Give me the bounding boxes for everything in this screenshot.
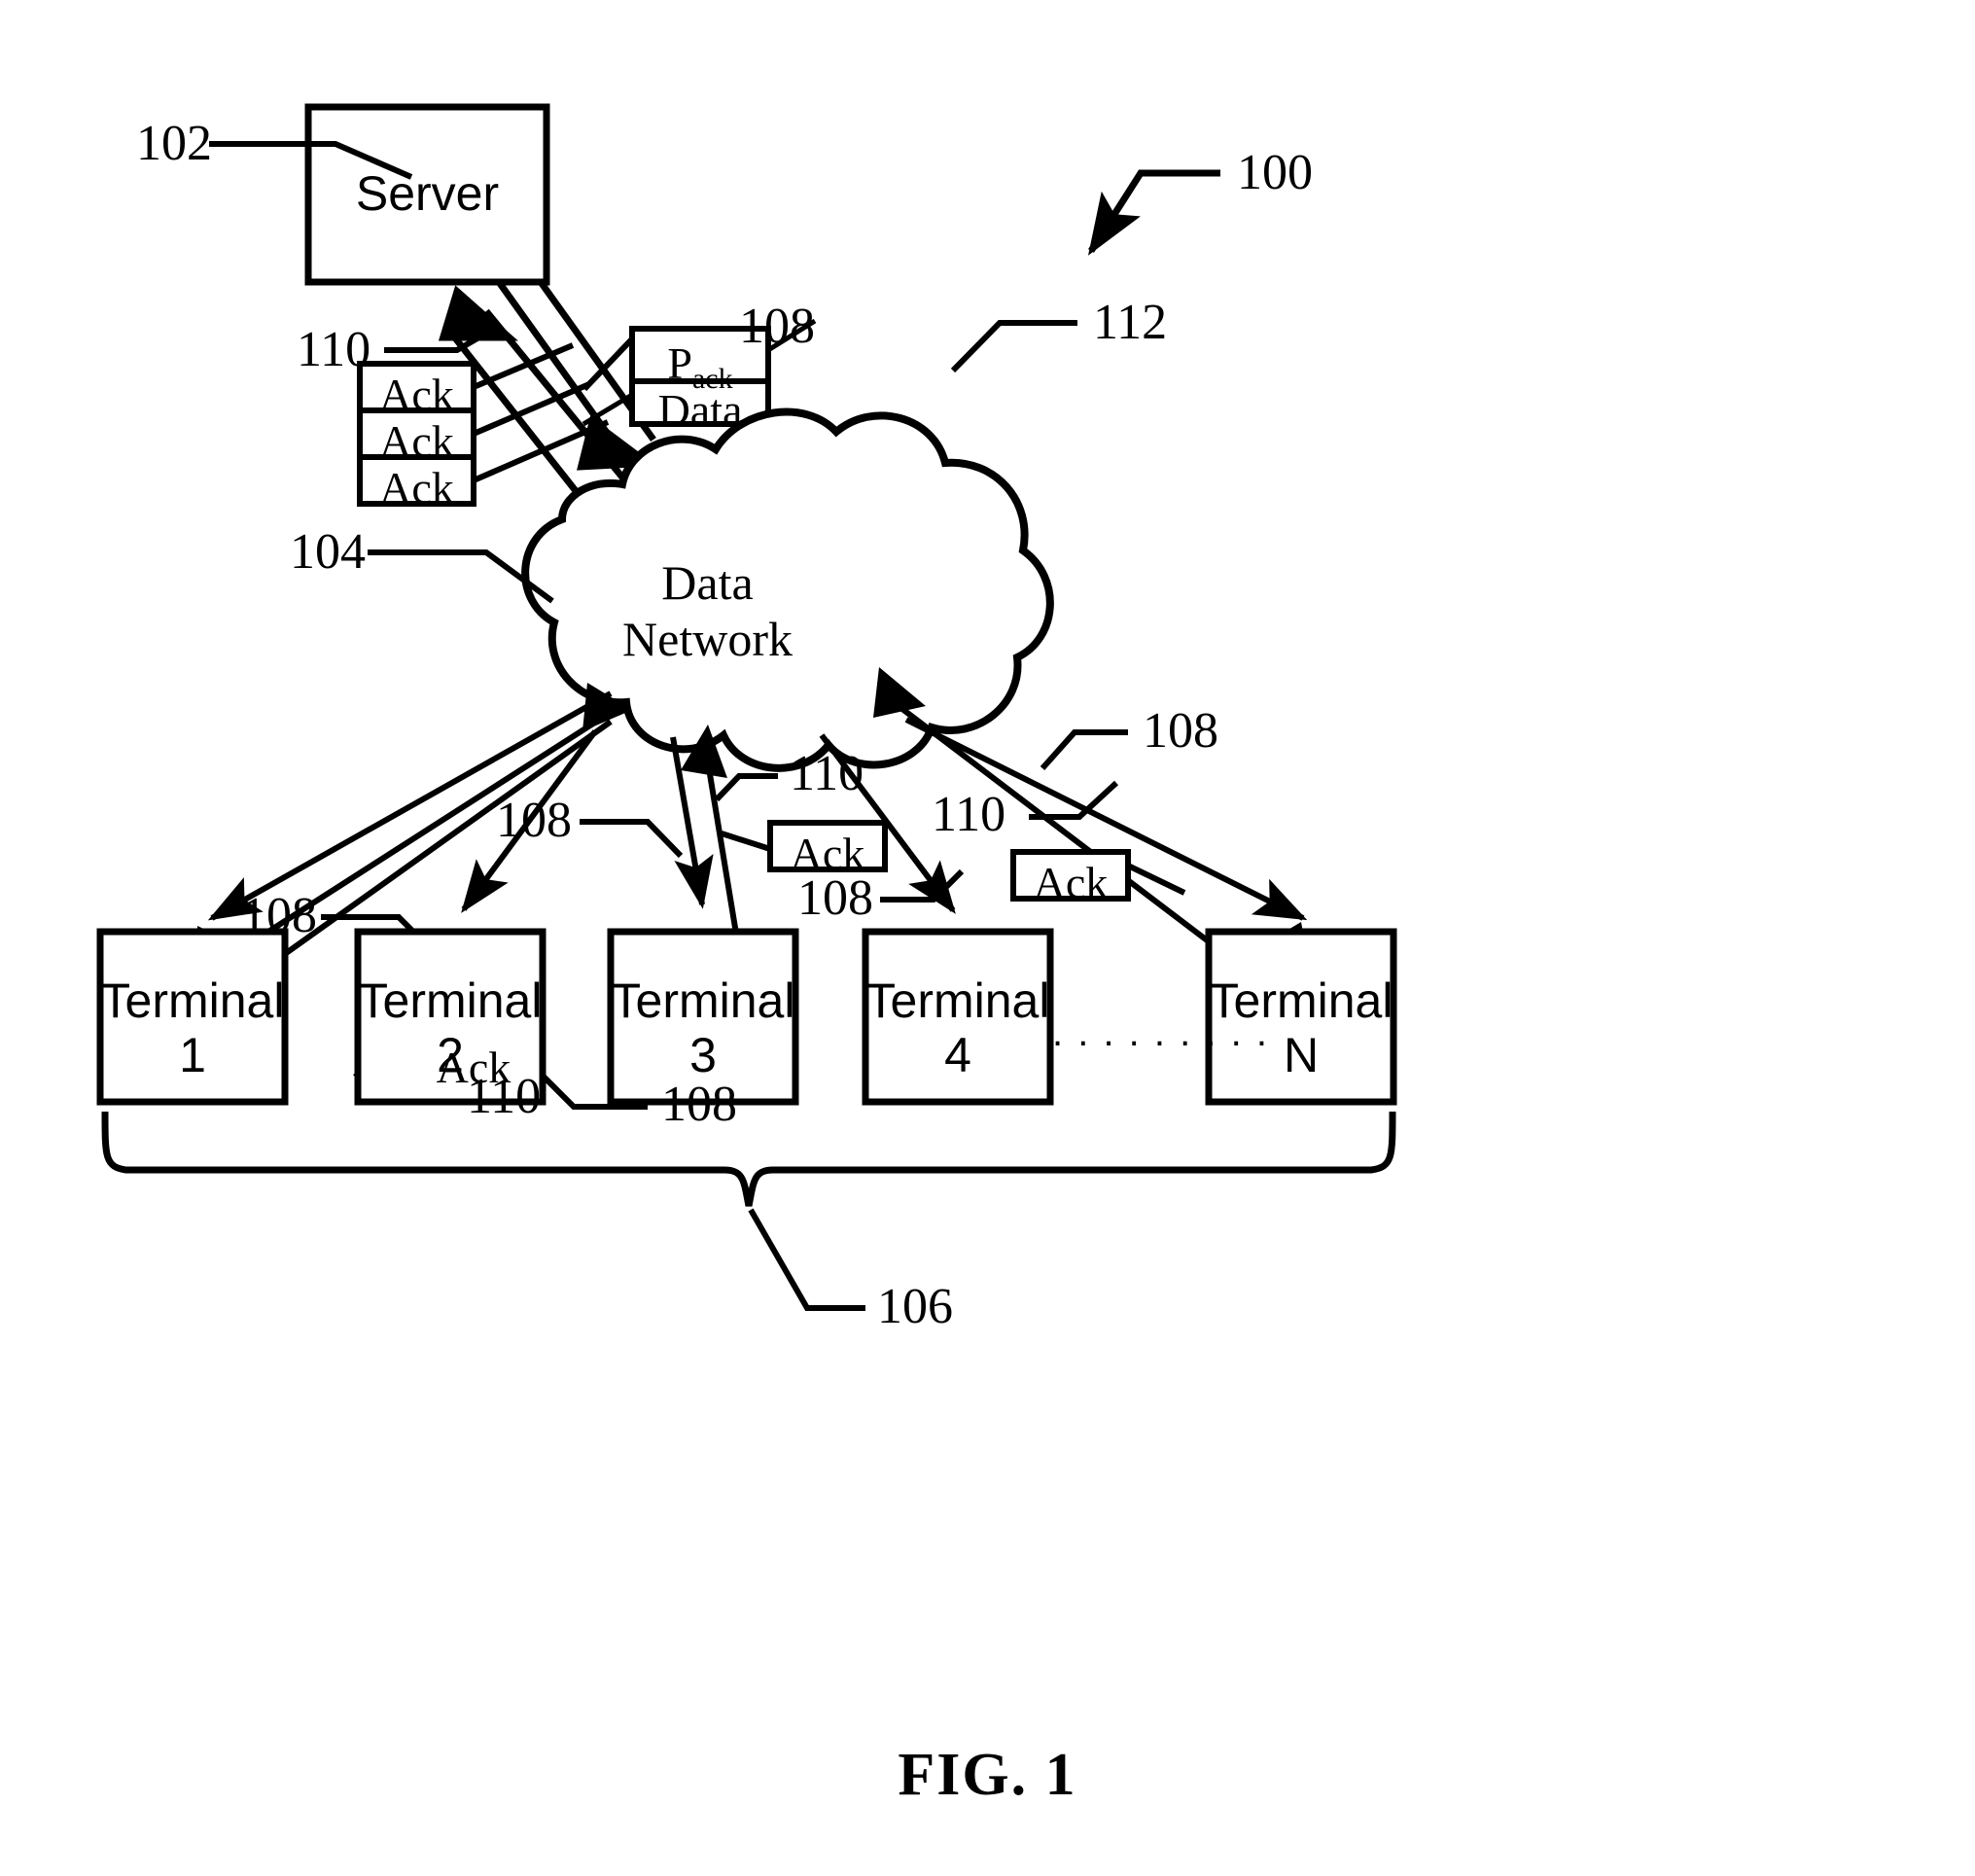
ack-leader-2 <box>472 381 591 437</box>
ack-label-1: Ack <box>379 370 454 419</box>
callout-110-t5: 110 <box>932 787 1006 842</box>
callout-108-t4: 108 <box>797 870 873 926</box>
figure-caption: FIG. 1 <box>898 1742 1077 1808</box>
callout-110-server: 110 <box>297 322 371 377</box>
packet-header-base: P <box>667 338 692 388</box>
callout-108-t3: 108 <box>496 793 572 848</box>
terminal-1-index: 1 <box>179 1028 206 1082</box>
terminal-3-index: 3 <box>689 1028 717 1082</box>
callout-leader-108-t5 <box>1040 729 1128 770</box>
callout-104: 104 <box>290 524 366 580</box>
callout-108-t1: 108 <box>241 888 317 943</box>
callout-leader-108-t3 <box>580 819 684 859</box>
uplink-ack-arrowhead <box>438 285 518 341</box>
ack-label-3: Ack <box>379 463 454 513</box>
terminal-2-name: Terminal <box>358 973 543 1028</box>
terminal-group-brace <box>101 1111 1396 1207</box>
figure-canvas: Server Data Network Pack Data Ack Ack Ac… <box>0 0 1975 1876</box>
callout-110-t3: 110 <box>790 746 864 801</box>
callout-106: 106 <box>877 1279 953 1334</box>
callout-leader-106 <box>748 1208 865 1311</box>
callout-110-t1: 110 <box>467 1069 542 1124</box>
callout-leader-112 <box>950 320 1077 373</box>
network-label-line2: Network <box>622 612 793 666</box>
ack-leader-5 <box>721 831 771 852</box>
terminal-ellipsis: . . . . . . . . . <box>1052 1011 1269 1054</box>
terminal-3-name: Terminal <box>611 973 795 1028</box>
terminal-1-name: Terminal <box>100 973 285 1028</box>
terminal-4-index: 4 <box>944 1028 971 1082</box>
callout-leader-100 <box>1087 169 1220 256</box>
ack-label-2: Ack <box>379 416 454 466</box>
server-label: Server <box>355 166 500 221</box>
callout-108-t2: 108 <box>661 1077 737 1132</box>
network-label-line1: Data <box>661 555 754 610</box>
packet-payload-label: Data <box>657 385 743 435</box>
callout-100: 100 <box>1237 145 1313 200</box>
callout-108-t5: 108 <box>1143 703 1218 759</box>
callout-102: 102 <box>136 116 212 171</box>
terminal-4-name: Terminal <box>865 973 1050 1028</box>
callout-leader-110-t3 <box>714 773 778 802</box>
callout-112: 112 <box>1093 295 1168 350</box>
callout-leader-108-t4 <box>880 868 965 903</box>
ack-label-6: Ack <box>1033 858 1109 907</box>
callout-108-server: 108 <box>739 299 815 354</box>
